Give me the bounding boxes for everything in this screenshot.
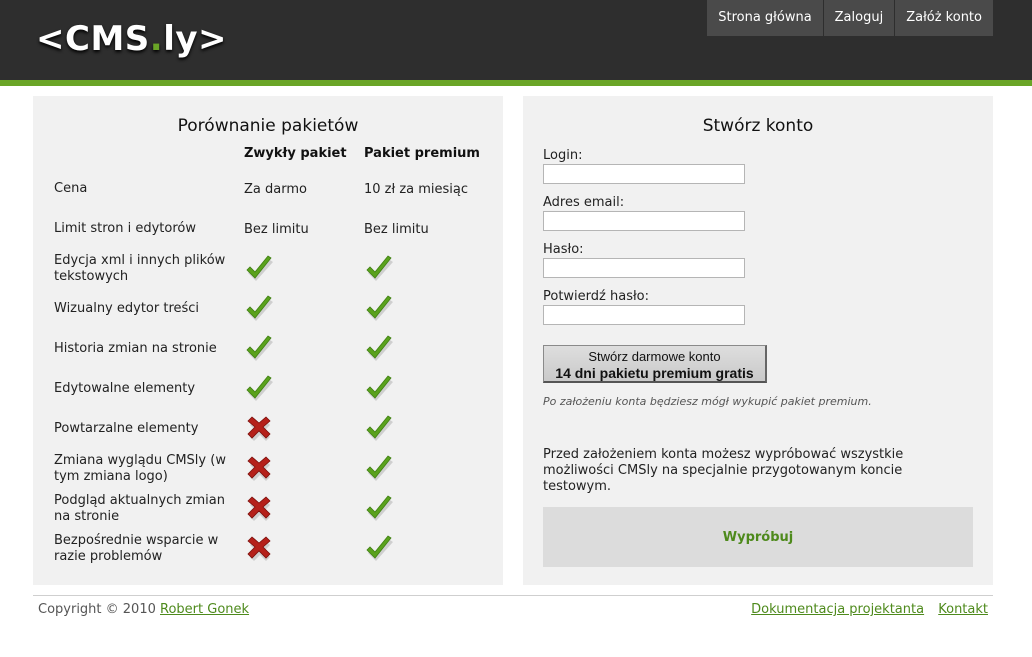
footer-divider [33, 595, 993, 596]
check-icon [246, 255, 273, 281]
feature-label: Zmiana wyglądu CMSly (w tym zmiana logo) [54, 453, 226, 484]
cross-icon [247, 496, 271, 521]
package-comparison-panel: Porównanie pakietów Zwykły pakiet Pakiet… [33, 96, 503, 585]
feature-label: Wizualny edytor treści [54, 301, 200, 316]
basic-value [244, 329, 274, 369]
cross-icon [247, 456, 271, 481]
email-input[interactable] [543, 211, 745, 231]
signup-panel: Stwórz konto Login: Adres email: Hasło: … [523, 96, 993, 585]
basic-value [244, 529, 274, 569]
premium-value [364, 369, 394, 409]
basic-value [244, 249, 274, 289]
comparison-row: Historia zmian na stronie [54, 329, 494, 369]
check-icon [246, 295, 273, 321]
comparison-row: Edytowalne elementy [54, 369, 494, 409]
logo-text-right: ly> [163, 19, 227, 59]
create-account-button-line2: 14 dni pakietu premium gratis [555, 365, 754, 381]
feature-label: Podgląd aktualnych zmian na stronie [54, 493, 225, 524]
premium-value [364, 449, 394, 489]
premium-value: 10 zł za miesiąc [364, 181, 469, 197]
check-icon [366, 295, 393, 321]
cross-icon [247, 416, 271, 441]
premium-value [364, 329, 394, 369]
check-icon [366, 455, 393, 481]
basic-value [244, 449, 274, 489]
create-account-button-line1: Stwórz darmowe konto [588, 349, 721, 364]
check-icon [366, 415, 393, 441]
logo-dot: . [149, 19, 164, 59]
nav-home[interactable]: Strona główna [707, 0, 823, 36]
author-link[interactable]: Robert Gonek [160, 602, 249, 617]
comparison-row: Bezpośrednie wsparcie w razie problemów [54, 529, 494, 569]
basic-value: Bez limitu [244, 221, 309, 237]
premium-value [364, 529, 394, 569]
feature-label: Cena [54, 181, 88, 196]
trial-info-text: Przed założeniem konta możesz wypróbować… [543, 447, 904, 494]
check-icon [366, 375, 393, 401]
check-icon [246, 375, 273, 401]
basic-value [244, 409, 274, 449]
basic-value [244, 369, 274, 409]
column-basic-header: Zwykły pakiet [244, 146, 347, 161]
feature-label: Powtarzalne elementy [54, 421, 199, 436]
signup-form: Login: Adres email: Hasło: Potwierdź has… [543, 148, 745, 336]
nav-login[interactable]: Zaloguj [823, 0, 895, 36]
site-header: <CMS.ly> Strona główna Zaloguj Załóż kon… [0, 0, 1032, 80]
premium-value [364, 489, 394, 529]
confirm-password-input[interactable] [543, 305, 745, 325]
header-accent-stripe [0, 80, 1032, 86]
nav-signup[interactable]: Załóż konto [895, 0, 993, 36]
contact-link[interactable]: Kontakt [938, 602, 988, 617]
signup-title: Stwórz konto [702, 116, 814, 136]
comparison-row: Podgląd aktualnych zmian na stronie [54, 489, 494, 529]
feature-label: Edytowalne elementy [54, 381, 196, 396]
login-label: Login: [543, 148, 583, 163]
email-label: Adres email: [543, 195, 625, 210]
premium-note: Po założeniu konta będziesz mógł wykupić… [543, 395, 872, 408]
premium-value [364, 289, 394, 329]
logo-text-left: <CMS [36, 19, 150, 59]
feature-label: Edycja xml i innych plików tekstowych [54, 253, 226, 284]
basic-value [244, 289, 274, 329]
password-input[interactable] [543, 258, 745, 278]
premium-value [364, 409, 394, 449]
check-icon [366, 335, 393, 361]
basic-value [244, 489, 274, 529]
comparison-row: Wizualny edytor treści [54, 289, 494, 329]
comparison-row: Edycja xml i innych plików tekstowych [54, 249, 494, 289]
copyright-text: Copyright © 2010 [38, 602, 156, 617]
check-icon [366, 535, 393, 561]
premium-value [364, 249, 394, 289]
password-label: Hasło: [543, 242, 584, 257]
check-icon [246, 335, 273, 361]
check-icon [366, 255, 393, 281]
feature-label: Historia zmian na stronie [54, 341, 217, 356]
comparison-row: Cena Za darmo 10 zł za miesiąc [54, 169, 494, 209]
top-nav: Strona główna Zaloguj Załóż konto [706, 0, 993, 36]
column-premium-header: Pakiet premium [364, 146, 480, 161]
footer-links: Dokumentacja projektanta Kontakt [741, 602, 988, 617]
comparison-title: Porównanie pakietów [177, 116, 359, 136]
designer-docs-link[interactable]: Dokumentacja projektanta [751, 602, 924, 617]
feature-label: Bezpośrednie wsparcie w razie problemów [54, 533, 219, 564]
basic-value: Za darmo [244, 181, 307, 197]
cross-icon [247, 536, 271, 561]
confirm-password-label: Potwierdź hasło: [543, 289, 649, 304]
create-account-button[interactable]: Stwórz darmowe konto 14 dni pakietu prem… [543, 345, 767, 383]
try-demo-button[interactable]: Wypróbuj [543, 507, 973, 567]
login-input[interactable] [543, 164, 745, 184]
comparison-row: Zmiana wyglądu CMSly (w tym zmiana logo) [54, 449, 494, 489]
logo[interactable]: <CMS.ly> [36, 18, 227, 60]
premium-value: Bez limitu [364, 221, 429, 237]
comparison-row: Limit stron i edytorów Bez limitu Bez limi… [54, 209, 494, 249]
copyright: Copyright © 2010 Robert Gonek [38, 602, 249, 617]
comparison-row: Powtarzalne elementy [54, 409, 494, 449]
feature-label: Limit stron i edytorów [54, 221, 196, 236]
check-icon [366, 495, 393, 521]
